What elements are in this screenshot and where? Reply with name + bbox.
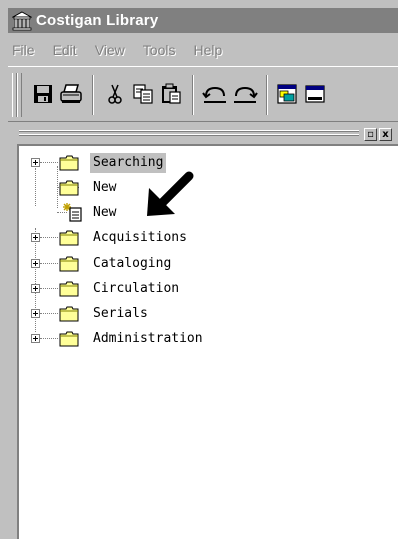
tree-connector <box>40 313 58 314</box>
expand-toggle[interactable] <box>31 334 40 343</box>
toolbar-grip-2[interactable] <box>17 73 22 117</box>
paste-icon <box>162 83 181 104</box>
print-icon <box>60 84 82 103</box>
tree-node-label: Circulation <box>93 281 180 296</box>
menu-help[interactable]: Help <box>193 42 222 58</box>
app-window: Costigan Library File Edit View Tools He… <box>0 0 398 539</box>
menu-edit[interactable]: Edit <box>53 42 77 58</box>
toolbar-separator <box>92 75 94 115</box>
expand-toggle[interactable] <box>31 158 40 167</box>
menu-bar: File Edit View Tools Help <box>8 36 398 64</box>
expand-toggle[interactable] <box>31 309 40 318</box>
folder-icon <box>59 306 79 322</box>
folder-icon <box>59 155 79 171</box>
tree-connector <box>40 288 58 289</box>
library-icon <box>12 10 32 30</box>
panel-grip-line <box>19 130 359 132</box>
annotation-arrow-icon <box>147 171 194 216</box>
tree-node-label: Cataloging <box>93 256 172 271</box>
tree-connector <box>35 168 36 206</box>
expand-toggle[interactable] <box>31 259 40 268</box>
save-button[interactable] <box>30 81 56 107</box>
window-title: Costigan Library <box>36 12 159 29</box>
new-document-icon <box>63 203 82 222</box>
folder-icon <box>59 331 79 347</box>
tree-node-label: New <box>93 180 117 195</box>
menu-file[interactable]: File <box>12 42 35 58</box>
tree-node-label: Serials <box>93 306 148 321</box>
title-bar[interactable]: Costigan Library <box>8 8 398 33</box>
window-button[interactable] <box>274 81 300 107</box>
navigation-tree[interactable]: Searching New New Acquisitions Catalogin… <box>17 144 398 539</box>
menu-tools[interactable]: Tools <box>143 42 176 58</box>
tree-node-label: Administration <box>93 331 203 346</box>
paste-button[interactable] <box>158 81 184 107</box>
expand-toggle[interactable] <box>31 284 40 293</box>
panel-header[interactable]: ▫ x <box>17 128 395 142</box>
redo-icon <box>234 86 258 103</box>
folder-icon <box>59 230 79 246</box>
folder-icon <box>59 180 79 196</box>
panel-close-button[interactable]: x <box>379 128 392 141</box>
copy-icon <box>133 84 153 104</box>
save-icon <box>34 85 52 103</box>
form-button[interactable] <box>302 81 328 107</box>
tree-connector <box>40 162 58 163</box>
cut-button[interactable] <box>102 81 128 107</box>
tree-node-label: Acquisitions <box>93 230 187 245</box>
print-button[interactable] <box>58 81 84 107</box>
tree-node-label: New <box>93 205 117 220</box>
redo-button[interactable] <box>232 81 258 107</box>
expand-toggle[interactable] <box>31 233 40 242</box>
toolbar <box>8 66 398 122</box>
menu-view[interactable]: View <box>95 42 125 58</box>
window-icon <box>277 84 297 104</box>
toolbar-separator <box>266 75 268 115</box>
undo-icon <box>202 86 226 103</box>
copy-button[interactable] <box>130 81 156 107</box>
cut-icon <box>108 84 122 104</box>
tree-connector <box>40 237 58 238</box>
folder-icon <box>59 256 79 272</box>
panel-grip-line <box>19 134 359 136</box>
panel-restore-button[interactable]: ▫ <box>364 128 377 141</box>
tree-connector <box>40 263 58 264</box>
toolbar-separator <box>192 75 194 115</box>
tree-connector <box>40 338 58 339</box>
form-icon <box>305 85 325 103</box>
folder-icon <box>59 281 79 297</box>
undo-button[interactable] <box>202 81 228 107</box>
